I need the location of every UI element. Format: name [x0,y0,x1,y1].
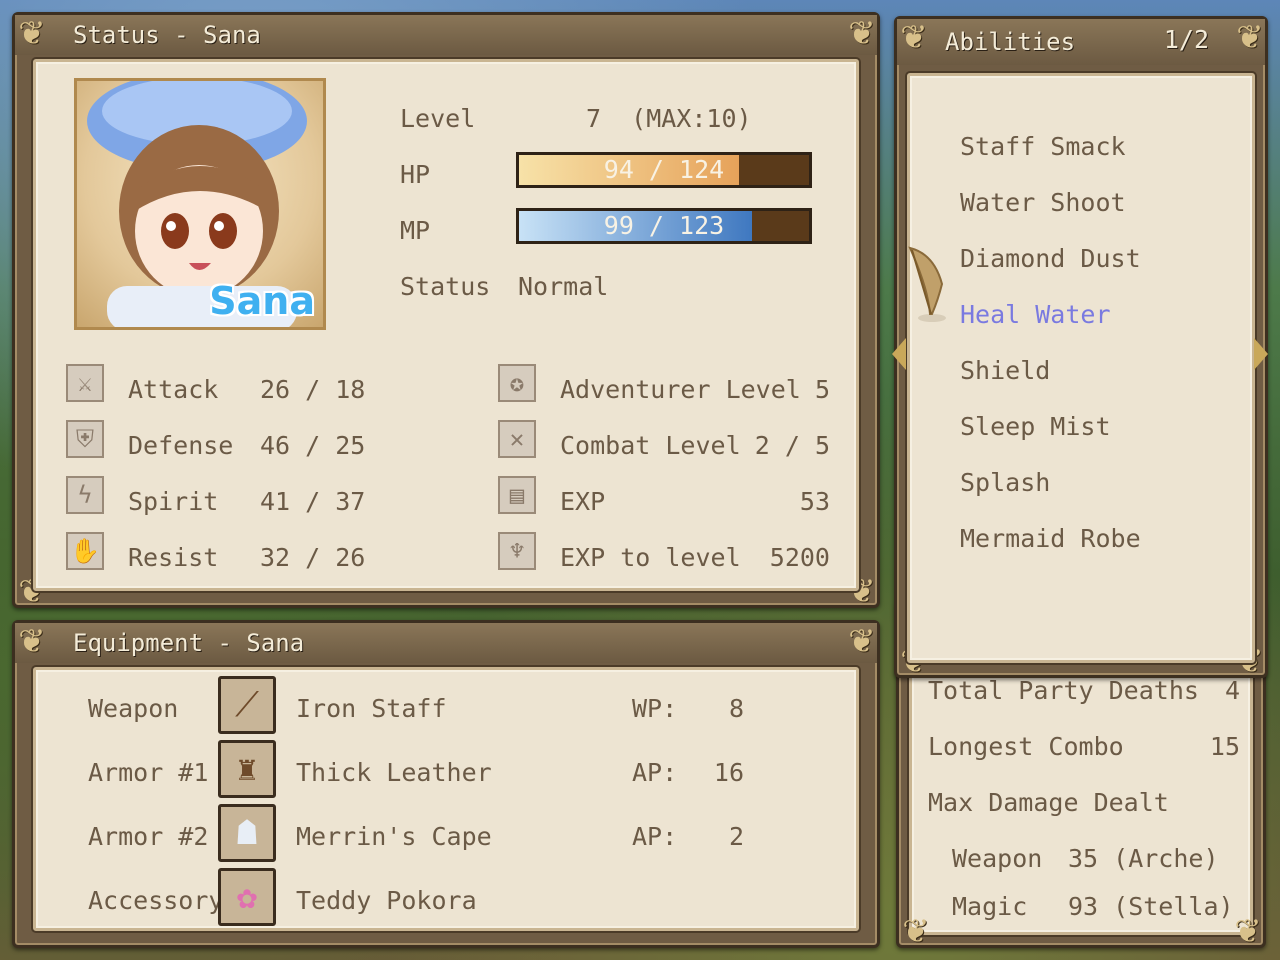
sword-icon: ⚔ [66,364,104,402]
ability-item[interactable]: Shield [960,356,1050,385]
party-deaths-label: Total Party Deaths [928,676,1199,705]
page-left-arrow-icon[interactable] [892,338,906,370]
stat-spirit-label: Spirit [128,487,219,516]
longest-combo-value: 15 [1209,732,1240,761]
exp-to-level-value: 5200 [769,543,830,572]
ornament-icon: ❦ [902,906,928,952]
longest-combo-label: Longest Combo [928,732,1124,761]
leather-armor-icon[interactable]: ♜ [218,740,276,798]
abilities-page-indicator: 1/2 [1163,25,1209,54]
mp-label: MP [400,216,431,245]
ability-item[interactable]: Mermaid Robe [960,524,1141,553]
ability-item[interactable]: Staff Smack [960,132,1126,161]
character-portrait: Sana [74,78,326,330]
slot-armor2-label: Armor #2 [88,822,209,851]
stat-spirit-value: 41 / 37 [260,487,366,516]
portrait-name: Sana [209,279,315,323]
equip-weapon-stat: WP: [632,694,678,723]
slot-weapon-label: Weapon [88,694,179,723]
abilities-title: Abilities [897,19,1265,65]
level-value: 7 (MAX:10) [586,104,752,133]
adventurer-level-label: Adventurer Level [560,375,801,404]
stat-attack-value: 26 / 18 [260,375,366,404]
page-right-arrow-icon[interactable] [1254,338,1268,370]
ornament-icon: ❦ [18,8,44,54]
max-damage-magic-value: 93 (Stella) [1068,892,1234,921]
adventurer-level-value: 5 [814,375,830,404]
ability-item[interactable]: Splash [960,468,1050,497]
hp-bar: 94 / 124 [516,152,812,188]
hand-icon: ✋ [66,532,104,570]
chalice-icon: ♆ [498,532,536,570]
shield-icon: ⛨ [66,420,104,458]
equipment-title: Equipment - Sana [15,623,877,663]
equip-armor1-stat: AP: [632,758,678,787]
equip-armor2-stat: AP: [632,822,678,851]
equip-armor2-name[interactable]: Merrin's Cape [296,822,492,851]
ability-item[interactable]: Water Shoot [960,188,1126,217]
slot-accessory-label: Accessory [88,886,224,915]
stat-defense-label: Defense [128,431,234,460]
cape-icon[interactable]: ☗ [218,804,276,862]
stat-resist-label: Resist [128,543,219,572]
equip-armor1-value: 16 [713,758,744,787]
abilities-window: Abilities 1/2 ❦ ❦ ❦ ❦ [894,12,1268,681]
mp-bar: 99 / 123 [516,208,812,244]
ornament-icon: ❦ [848,616,874,662]
quill-cursor-icon [904,244,950,324]
status-title: Status - Sana [15,15,877,55]
equip-weapon-value: 8 [728,694,744,723]
equip-weapon-name[interactable]: Iron Staff [296,694,447,723]
staff-icon[interactable]: ⟋ [218,676,276,734]
ornament-icon: ❦ [1236,12,1262,58]
mp-value: 99 / 123 [603,211,725,240]
stat-attack-label: Attack [128,375,219,404]
stat-defense-value: 46 / 25 [260,431,366,460]
exp-label: EXP [560,487,606,516]
max-damage-label: Max Damage Dealt [928,788,1169,817]
slot-armor1-label: Armor #1 [88,758,209,787]
ornament-icon: ❦ [848,8,874,54]
equip-armor1-name[interactable]: Thick Leather [296,758,492,787]
ornament-icon: ❦ [900,12,926,58]
status-value: Normal [518,272,609,301]
stat-resist-value: 32 / 26 [260,543,366,572]
crossed-swords-icon: ✕ [498,420,536,458]
exp-value: 53 [799,487,830,516]
exp-to-level-label: EXP to level [560,543,741,572]
max-damage-weapon-label: Weapon [952,844,1043,873]
equip-armor2-value: 2 [728,822,744,851]
level-label: Level [400,104,476,133]
combat-level-label: Combat Level [560,431,741,460]
spirit-icon: ϟ [66,476,104,514]
compass-icon: ✪ [498,364,536,402]
hp-value: 94 / 124 [603,155,725,184]
equip-accessory-name[interactable]: Teddy Pokora [296,886,477,915]
max-damage-magic-label: Magic [952,892,1028,921]
status-label: Status [400,272,491,301]
ability-item[interactable]: Diamond Dust [960,244,1141,273]
hp-label: HP [400,160,431,189]
ability-item[interactable]: Sleep Mist [960,412,1111,441]
combat-level-value: 2 / 5 [754,431,830,460]
ability-item-selected[interactable]: Heal Water [960,300,1111,329]
book-icon: ▤ [498,476,536,514]
ornament-icon: ❦ [18,616,44,662]
max-damage-weapon-value: 35 (Arche) [1068,844,1219,873]
bunny-icon[interactable]: ✿ [218,868,276,926]
